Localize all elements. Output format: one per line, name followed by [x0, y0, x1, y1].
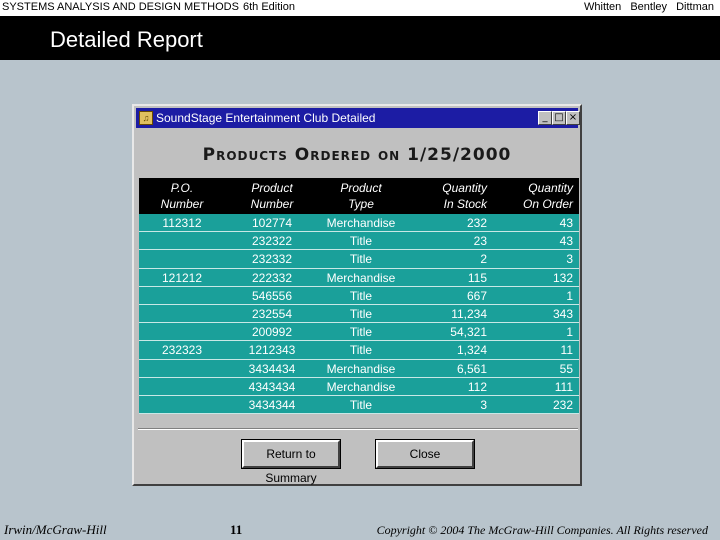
quantity-in-stock-cell: 23 — [473, 234, 487, 249]
table-row[interactable]: 232323 1212343 Title 1,324 11 — [139, 341, 579, 360]
quantity-in-stock-cell: 112 — [467, 379, 487, 394]
close-button[interactable]: Close — [375, 439, 475, 469]
product-number-cell: 3434434 — [248, 361, 296, 376]
window-title: SoundStage Entertainment Club Detailed — [156, 111, 376, 125]
slide-title-bar: Detailed Report — [0, 16, 720, 60]
product-number-cell: 3434344 — [248, 397, 296, 412]
quantity-on-order-cell: 55 — [559, 361, 573, 376]
po-number-cell: 232323 — [161, 343, 203, 358]
return-to-summary-button[interactable]: Return to Summary — [241, 439, 341, 485]
quantity-in-stock-cell: 1,324 — [456, 343, 487, 358]
quantity-on-order-cell: 111 — [554, 379, 573, 394]
product-number-cell: 102774 — [251, 216, 293, 230]
table-row[interactable]: 232332 Title 2 3 — [139, 250, 579, 269]
quantity-on-order-cell: 132 — [552, 270, 573, 285]
product-type-cell: Title — [349, 234, 373, 249]
edition-label: 6th Edition — [242, 1, 295, 13]
product-type-cell: Title — [349, 252, 373, 267]
product-type-cell: Title — [349, 325, 373, 340]
maximize-button[interactable]: □ — [552, 111, 566, 125]
quantity-on-order-cell: 11 — [560, 343, 573, 358]
product-number-cell: 546556 — [251, 288, 293, 303]
authors-label: Whitten Bentley Dittman — [584, 1, 714, 13]
report-title: Products Ordered on 1/25/2000 — [202, 145, 512, 165]
slide-title: Detailed Report — [50, 27, 203, 52]
slide-header-bar: SYSTEMS ANALYSIS AND DESIGN METHODS 6th E… — [0, 0, 720, 16]
quantity-in-stock-cell: 54,321 — [450, 325, 487, 340]
table-row[interactable]: 232322 Title 23 43 — [139, 232, 579, 251]
quantity-in-stock-cell: 6,561 — [456, 361, 487, 376]
table-row[interactable]: 232554 Title 11,234 343 — [139, 304, 579, 324]
product-number-cell: 4343434 — [248, 379, 296, 394]
table-body: 112312 102774 Merchandise 232 43 232322 Title 2… — [139, 214, 579, 415]
column-header-product-number: Product Number — [250, 181, 294, 211]
po-number-cell: 112312 — [162, 216, 202, 230]
table-row[interactable]: 546556 Title 667 1 — [139, 286, 579, 305]
quantity-in-stock-cell: 11,234 — [451, 306, 487, 321]
table-header: P.O. Number Product Number Product Type … — [139, 178, 579, 214]
table-row[interactable]: 200992 Title 54,321 1 — [139, 323, 579, 342]
book-title-text: SYSTEMS ANALYSIS AND DESIGN METHODS — [2, 1, 239, 13]
app-icon[interactable]: ♫ — [139, 111, 153, 125]
column-header-po-number: P.O. Number — [160, 181, 204, 211]
column-header-quantity-on-order: Quantity On Order — [522, 181, 573, 211]
column-header-quantity-in-stock: Quantity In Stock — [442, 181, 487, 211]
book-title: SYSTEMS ANALYSIS AND DESIGN METHODS 6th E… — [2, 1, 295, 13]
product-type-cell: Title — [349, 306, 373, 321]
quantity-in-stock-cell: 232 — [466, 216, 487, 230]
quantity-on-order-cell: 1 — [566, 325, 573, 340]
window-titlebar[interactable]: ♫ SoundStage Entertainment Club Detailed… — [136, 108, 580, 128]
po-number-cell: 121212 — [161, 270, 203, 285]
table-row[interactable]: 3434344 Title 3 232 — [139, 395, 579, 415]
table-row[interactable]: 112312 102774 Merchandise 232 43 — [139, 214, 579, 233]
product-type-cell: Merchandise — [326, 379, 396, 394]
quantity-on-order-cell: 232 — [552, 397, 573, 412]
close-window-button[interactable]: × — [566, 111, 580, 125]
product-type-cell: Title — [349, 288, 373, 303]
quantity-on-order-cell: 43 — [559, 234, 573, 249]
report-window: ♫ SoundStage Entertainment Club Detailed… — [132, 104, 582, 486]
product-type-cell: Merchandise — [326, 216, 396, 230]
product-number-cell: 232332 — [251, 252, 293, 267]
table-row[interactable]: 3434434 Merchandise 6,561 55 — [139, 359, 579, 378]
quantity-on-order-cell: 1 — [566, 288, 573, 303]
quantity-on-order-cell: 43 — [559, 216, 573, 230]
copyright-notice: Copyright © 2004 The McGraw-Hill Compani… — [376, 523, 708, 537]
quantity-in-stock-cell: 667 — [466, 288, 487, 303]
quantity-in-stock-cell: 2 — [480, 252, 487, 267]
product-type-cell: Title — [349, 397, 373, 412]
page-number: 11 — [230, 522, 243, 537]
quantity-on-order-cell: 343 — [552, 306, 573, 321]
quantity-in-stock-cell: 115 — [467, 270, 487, 285]
quantity-on-order-cell: 3 — [566, 252, 573, 267]
product-type-cell: Merchandise — [326, 270, 396, 285]
table-row[interactable]: 4343434 Merchandise 112 111 — [139, 377, 579, 396]
product-number-cell: 222332 — [251, 270, 293, 285]
minimize-button[interactable]: _ — [538, 111, 552, 125]
product-number-cell: 200992 — [251, 325, 293, 340]
column-header-product-type: Product Type — [340, 181, 382, 211]
product-type-cell: Title — [349, 343, 373, 358]
quantity-in-stock-cell: 3 — [480, 397, 487, 412]
publisher-label: Irwin/McGraw-Hill — [4, 522, 107, 537]
table-row[interactable]: 121212 222332 Merchandise 115 132 — [139, 268, 579, 287]
button-divider — [138, 428, 578, 430]
product-number-cell: 1212343 — [248, 343, 296, 358]
product-type-cell: Merchandise — [326, 361, 396, 376]
product-number-cell: 232322 — [251, 234, 293, 249]
products-table: P.O. Number Product Number Product Type … — [139, 178, 579, 415]
product-number-cell: 232554 — [251, 306, 293, 321]
